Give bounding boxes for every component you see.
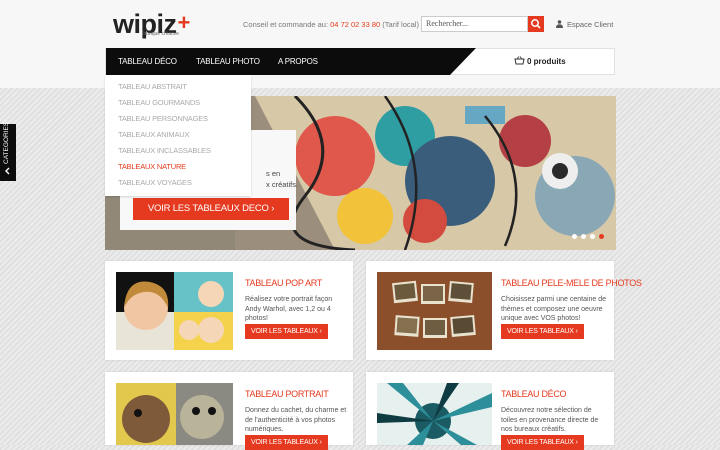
card-pele-mele-image <box>377 272 492 350</box>
card-deco-title[interactable]: TABLEAU DÉCO <box>501 389 567 399</box>
dropdown-item-voyages[interactable]: TABLEAUX VOYAGES <box>118 178 192 187</box>
card-deco-button[interactable]: VOIR LES TABLEAUX › <box>501 435 584 450</box>
search-input[interactable]: Rechercher... <box>421 16 528 32</box>
nav-tableau-photo[interactable]: TABLEAU PHOTO <box>196 57 260 67</box>
hero-cta-label: VOIR LES TABLEAUX DECO <box>147 203 269 214</box>
dropdown-item-inclassables[interactable]: TABLEAUX INCLASSABLES <box>118 146 211 155</box>
user-icon <box>556 20 563 28</box>
dropdown-item-abstrait[interactable]: TABLEAU ABSTRAIT <box>118 82 187 91</box>
card-pop-art: TABLEAU POP ART Réalisez votre portrait … <box>105 261 353 360</box>
hero-cta-button[interactable]: VOIR LES TABLEAUX DECO › <box>133 198 289 220</box>
client-area-link[interactable]: Espace Client <box>556 20 613 29</box>
chevron-right-icon: › <box>575 328 578 335</box>
card-portrait-button[interactable]: VOIR LES TABLEAUX › <box>245 435 328 450</box>
card-pele-mele-button-label: VOIR LES TABLEAUX <box>507 328 574 335</box>
card-portrait-desc: Donnez du cachet, du charme et de l'auth… <box>245 407 347 433</box>
hero-text: s en x créatifs. <box>266 168 298 190</box>
search-icon <box>531 19 541 29</box>
contact-label: Conseil et commande au: <box>243 20 329 29</box>
cart-label: 0 produits <box>527 57 566 66</box>
dropdown-item-personnages[interactable]: TABLEAU PERSONNAGES <box>118 114 208 123</box>
chevron-right-icon: › <box>319 328 322 335</box>
card-pele-mele-desc: Choisissez parmi une centaine de thèmes … <box>501 296 607 322</box>
card-deco-desc: Découvrez notre sélection de toiles en p… <box>501 407 599 433</box>
card-pop-art-title[interactable]: TABLEAU POP ART <box>245 278 322 288</box>
dropdown-item-animaux[interactable]: TABLEAUX ANIMAUX <box>118 130 189 139</box>
chevron-right-icon: › <box>271 203 275 214</box>
tagline: fabrique créative <box>142 31 179 37</box>
card-pop-art-desc: Réalisez votre portrait façon Andy Warho… <box>245 296 333 322</box>
card-pop-art-button-label: VOIR LES TABLEAUX <box>251 328 318 335</box>
card-portrait-image <box>116 383 233 445</box>
slider-dot-3[interactable] <box>590 234 595 239</box>
phone-number[interactable]: 04 72 02 33 80 <box>330 20 380 29</box>
card-pele-mele-title[interactable]: TABLEAU PELE-MELE DE PHOTOS <box>501 278 642 288</box>
hero-text-line2: x créatifs. <box>266 180 299 189</box>
categories-label: CATEGORIES <box>3 121 10 164</box>
hero-text-line1: s en <box>266 169 281 178</box>
card-pop-art-button[interactable]: VOIR LES TABLEAUX › <box>245 324 328 339</box>
contact-info: Conseil et commande au: 04 72 02 33 80 (… <box>243 20 419 29</box>
nav-tableau-deco[interactable]: TABLEAU DÉCO <box>118 57 177 67</box>
logo-plus: + <box>177 10 191 35</box>
chevron-left-icon <box>5 167 10 175</box>
card-pop-art-image <box>116 272 233 350</box>
client-link-label: Espace Client <box>567 20 614 29</box>
nav-a-propos[interactable]: A PROPOS <box>278 57 318 67</box>
search-button[interactable] <box>528 16 544 32</box>
slider-dot-1[interactable] <box>572 234 577 239</box>
cart[interactable]: 0 produits <box>514 56 566 66</box>
main-nav: TABLEAU DÉCO TABLEAU PHOTO A PROPOS 0 pr… <box>105 48 615 75</box>
categories-side-tab[interactable]: CATEGORIES <box>0 121 16 181</box>
card-pele-mele-button[interactable]: VOIR LES TABLEAUX › <box>501 324 584 339</box>
phone-note: (Tarif local) <box>382 20 419 29</box>
card-pele-mele: TABLEAU PELE-MELE DE PHOTOS Choisissez p… <box>366 261 642 360</box>
card-portrait-title[interactable]: TABLEAU PORTRAIT <box>245 389 329 399</box>
dropdown-item-gourmands[interactable]: TABLEAU GOURMANDS <box>118 98 200 107</box>
slider-dot-2[interactable] <box>581 234 586 239</box>
deco-dropdown-menu: TABLEAU ABSTRAIT TABLEAU GOURMANDS TABLE… <box>105 75 251 196</box>
dropdown-item-nature[interactable]: TABLEAUX NATURE <box>118 162 186 171</box>
card-deco-image <box>377 383 492 445</box>
slider-dot-4[interactable] <box>599 234 604 239</box>
card-deco: TABLEAU DÉCO Découvrez notre sélection d… <box>366 372 614 450</box>
card-portrait: TABLEAU PORTRAIT Donnez du cachet, du ch… <box>105 372 353 450</box>
basket-icon <box>514 56 525 65</box>
